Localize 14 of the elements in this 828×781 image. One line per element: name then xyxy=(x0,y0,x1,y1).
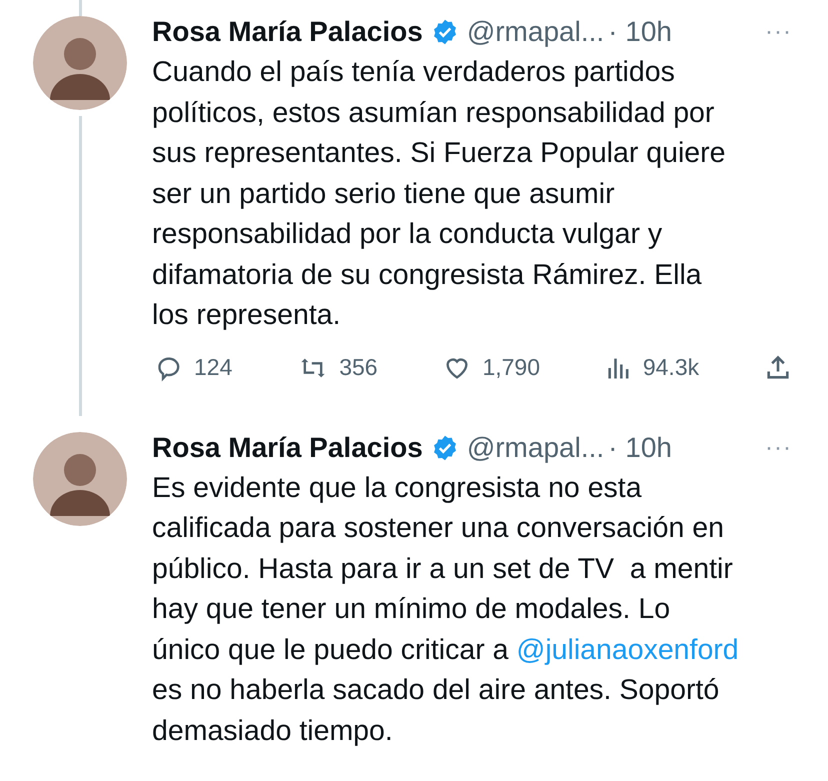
reply-count: 124 xyxy=(194,354,232,381)
avatar[interactable] xyxy=(33,16,127,110)
author-name[interactable]: Rosa María Palacios xyxy=(152,432,423,464)
tweet-text: Es evidente que la congresista no esta calificada para sostener una conversación en público. Hasta para ir a un set de TV a mentir hay que tener un mínimo de modales. Lo único que le puedo criticar a @julianaoxenford es no haberla sacado del aire antes. Soportó demasiado tiempo. xyxy=(152,470,740,748)
tweet-text: Cuando el país tenía verdaderos partidos políticos, estos asumían responsabilidad por sus representantes. Si Fuerza Popular quiere ser un partido serio tiene que asumir responsabilidad por la conducta vulgar y difamatoria de su congresista Rámirez. Ella los representa. xyxy=(152,55,726,333)
timestamp[interactable]: · 10h xyxy=(608,16,672,48)
timestamp[interactable]: · 10h xyxy=(608,432,672,464)
author-name[interactable]: Rosa María Palacios xyxy=(152,16,423,48)
views-count: 94.3k xyxy=(642,354,700,381)
retweet-count: 356 xyxy=(339,354,378,381)
avatar[interactable] xyxy=(33,432,127,526)
author-handle[interactable]: @rmapal... xyxy=(466,432,604,464)
author-handle[interactable]: @rmapal... xyxy=(466,16,604,48)
like-count: 1,790 xyxy=(482,354,540,381)
